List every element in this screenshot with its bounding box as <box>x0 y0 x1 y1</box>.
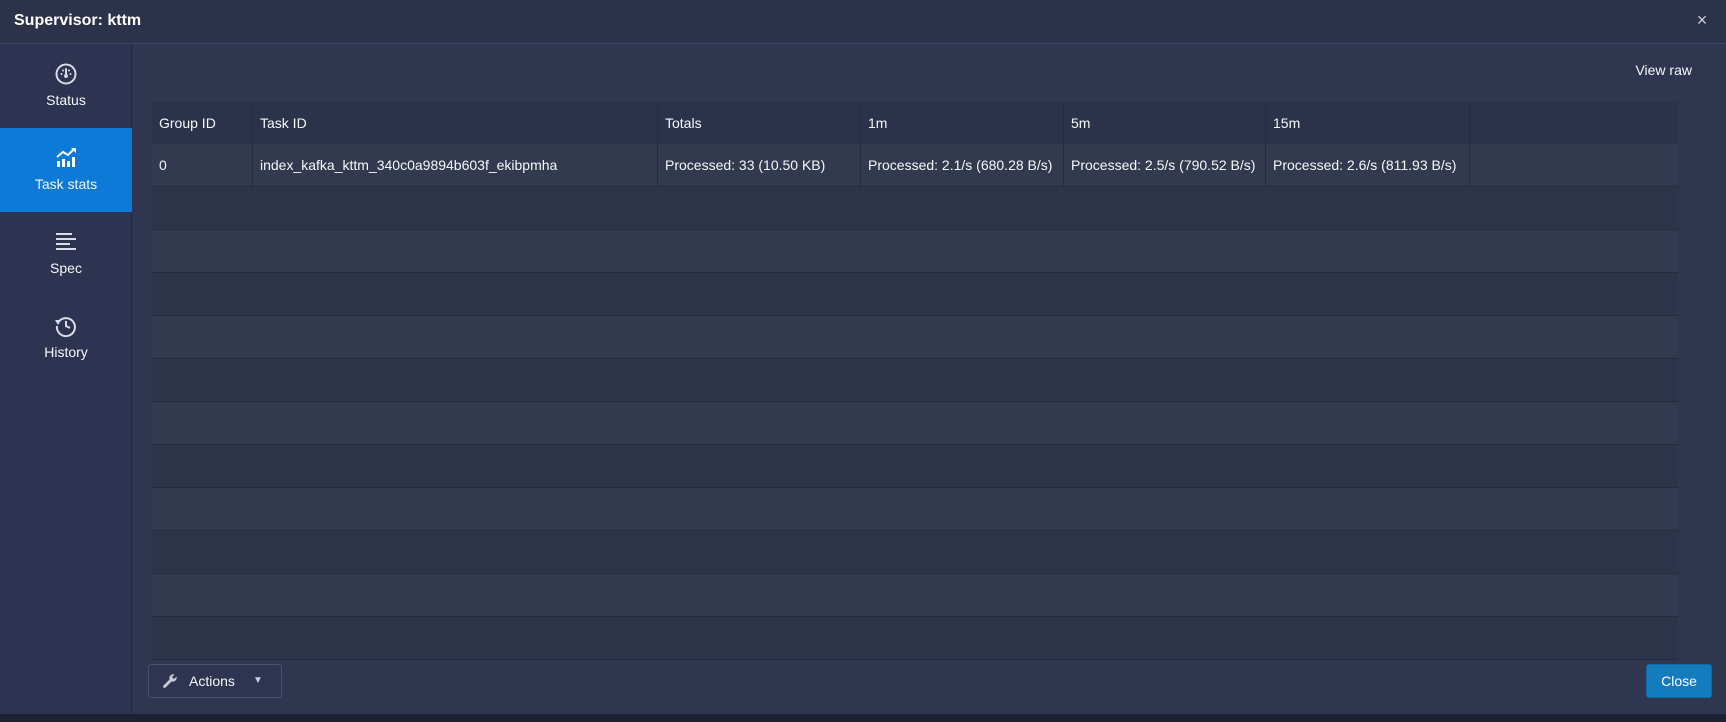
actions-button[interactable]: Actions ▼ <box>148 664 282 698</box>
table-row-empty <box>152 531 1678 574</box>
dashboard-icon <box>55 63 77 85</box>
column-header-5m[interactable]: 5m <box>1064 102 1266 144</box>
table-row-empty <box>152 617 1678 660</box>
table-row-empty <box>152 359 1678 402</box>
sidebar-item-status[interactable]: Status <box>0 44 132 128</box>
sidebar-item-label: Spec <box>50 260 82 276</box>
cell-15m: Processed: 2.6/s (811.93 B/s) <box>1266 144 1470 186</box>
cell-group-id: 0 <box>152 144 253 186</box>
table-row-empty <box>152 273 1678 316</box>
table-row-empty <box>152 402 1678 445</box>
table-row-empty <box>152 316 1678 359</box>
sidebar-item-task-stats[interactable]: Task stats <box>0 128 132 212</box>
cell-totals: Processed: 33 (10.50 KB) <box>658 144 861 186</box>
align-left-icon <box>56 233 76 250</box>
table-row-empty <box>152 574 1678 617</box>
table-header: Group ID Task ID Totals 1m 5m 15m <box>152 102 1678 144</box>
sidebar-item-label: Status <box>46 92 86 108</box>
sidebar-item-history[interactable]: History <box>0 296 132 380</box>
column-header-filler <box>1470 102 1678 144</box>
history-icon <box>55 317 76 338</box>
dialog-header: Supervisor: kttm × <box>0 0 1726 44</box>
close-button[interactable]: Close <box>1646 664 1712 698</box>
cell-task-id: index_kafka_kttm_340c0a9894b603f_ekibpmh… <box>253 144 658 186</box>
table-row-empty <box>152 445 1678 488</box>
column-header-15m[interactable]: 15m <box>1266 102 1470 144</box>
sidebar-item-spec[interactable]: Spec <box>0 212 132 296</box>
column-header-group-id[interactable]: Group ID <box>152 102 253 144</box>
table-row-empty <box>152 488 1678 531</box>
sidebar-item-label: Task stats <box>34 176 98 192</box>
wrench-icon <box>163 674 177 688</box>
column-header-1m[interactable]: 1m <box>861 102 1064 144</box>
table-row[interactable]: 0 index_kafka_kttm_340c0a9894b603f_ekibp… <box>152 144 1678 187</box>
task-stats-table: Group ID Task ID Totals 1m 5m 15m 0 inde… <box>152 102 1678 674</box>
cell-1m: Processed: 2.1/s (680.28 B/s) <box>861 144 1064 186</box>
sidebar-item-label: History <box>44 344 88 360</box>
column-header-totals[interactable]: Totals <box>658 102 861 144</box>
task-stats-panel: View raw Group ID Task ID Totals 1m 5m 1… <box>132 44 1726 714</box>
table-row-empty <box>152 230 1678 273</box>
sidebar: Status Task stats Spec History <box>0 44 132 714</box>
view-raw-button[interactable]: View raw <box>1635 62 1692 78</box>
caret-down-icon: ▼ <box>253 675 263 686</box>
column-header-task-id[interactable]: Task ID <box>253 102 658 144</box>
table-body: 0 index_kafka_kttm_340c0a9894b603f_ekibp… <box>152 144 1678 660</box>
chart-trend-icon <box>56 148 76 167</box>
table-row-empty <box>152 187 1678 230</box>
actions-button-label: Actions <box>189 673 235 689</box>
supervisor-dialog: Supervisor: kttm × Status Task stats Spe… <box>0 0 1726 714</box>
cell-5m: Processed: 2.5/s (790.52 B/s) <box>1064 144 1266 186</box>
dialog-title: Supervisor: kttm <box>14 12 142 29</box>
close-icon[interactable]: × <box>1692 10 1712 30</box>
